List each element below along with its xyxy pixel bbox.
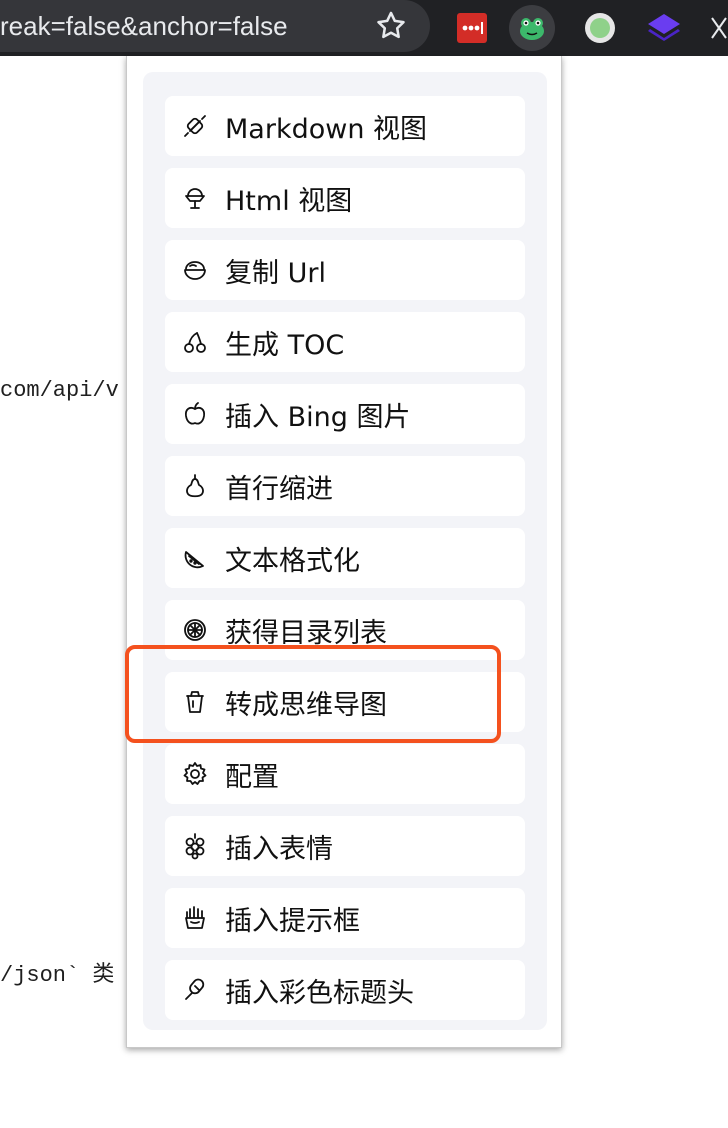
menu-item-insert-color-header[interactable]: 插入彩色标题头 <box>165 960 525 1020</box>
layers-extension-icon[interactable] <box>644 8 684 48</box>
menu-item-settings[interactable]: 配置 <box>165 744 525 804</box>
fries-icon <box>185 906 205 929</box>
menu-item-label: 转成思维导图 <box>225 689 387 721</box>
menu-item-label: 配置 <box>225 761 279 793</box>
menu-item-label: 获得目录列表 <box>225 617 387 649</box>
menu-item-label: 插入提示框 <box>225 905 360 937</box>
menu-item-label: 首行缩进 <box>225 473 333 505</box>
url-text[interactable]: reak=false&anchor=false <box>0 11 340 42</box>
frog-extension-icon[interactable] <box>509 5 555 51</box>
bowl-icon <box>184 261 206 280</box>
menu-item-insert-callout[interactable]: 插入提示框 <box>165 888 525 948</box>
menu-item-format-text[interactable]: 文本格式化 <box>165 528 525 588</box>
menu-item-copy-url[interactable]: 复制 Url <box>165 240 525 300</box>
menu-item-convert-to-mindmap[interactable]: 转成思维导图 <box>165 672 525 732</box>
candy-icon <box>184 115 206 137</box>
menu-item-label: 插入彩色标题头 <box>225 977 414 1009</box>
menu-item-html-view[interactable]: Html 视图 <box>165 168 525 228</box>
cherries-icon <box>184 332 206 353</box>
menu-item-label: 插入表情 <box>225 833 333 865</box>
menu-item-generate-toc[interactable]: 生成 TOC <box>165 312 525 372</box>
menu-item-label: 文本格式化 <box>225 545 360 577</box>
background-code-line: /json` 类 <box>0 963 115 988</box>
menu-item-label: 复制 Url <box>225 257 326 289</box>
apple-icon <box>184 402 206 425</box>
popsicle-icon <box>185 978 205 1000</box>
ice-cream-icon <box>185 188 205 209</box>
pear-icon <box>186 474 204 498</box>
circle-extension-icon[interactable] <box>582 8 622 48</box>
browser-toolbar: reak=false&anchor=false <box>0 0 728 56</box>
bookmark-star-icon[interactable] <box>374 9 408 43</box>
cup-icon <box>186 691 204 713</box>
menu-item-first-line-indent[interactable]: 首行缩进 <box>165 456 525 516</box>
extension-popup: Markdown 视图 Html 视图 复制 Url 生成 TOC 插入 Bin… <box>126 56 562 1048</box>
menu-item-markdown-view[interactable]: Markdown 视图 <box>165 96 525 156</box>
menu-item-insert-emoji[interactable]: 插入表情 <box>165 816 525 876</box>
menu-item-label: 插入 Bing 图片 <box>225 401 411 433</box>
address-bar[interactable]: reak=false&anchor=false <box>0 0 430 52</box>
gear-icon <box>183 762 207 785</box>
watermelon-slice-icon <box>184 551 204 569</box>
scissors-icon[interactable] <box>704 8 728 48</box>
lastpass-icon[interactable] <box>452 8 492 48</box>
menu-panel: Markdown 视图 Html 视图 复制 Url 生成 TOC 插入 Bin… <box>143 72 547 1030</box>
grapes-icon <box>185 833 205 860</box>
menu-item-label: Markdown 视图 <box>225 113 428 145</box>
menu-item-label: Html 视图 <box>225 185 353 217</box>
background-code-line: com/api/v <box>0 378 119 403</box>
menu-item-get-toc-list[interactable]: 获得目录列表 <box>165 600 525 660</box>
orange-slice-icon <box>184 619 206 641</box>
menu-item-label: 生成 TOC <box>225 329 345 361</box>
menu-item-insert-bing-image[interactable]: 插入 Bing 图片 <box>165 384 525 444</box>
